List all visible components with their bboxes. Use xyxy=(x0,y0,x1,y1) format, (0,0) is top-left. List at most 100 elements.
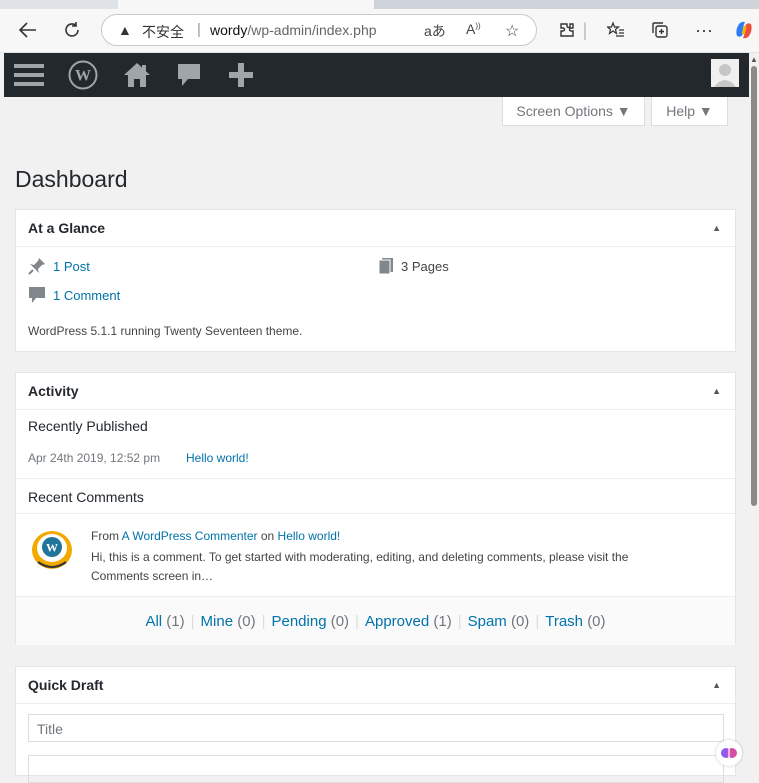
filter-label: Pending xyxy=(271,612,327,630)
pages-icon xyxy=(378,258,393,275)
warning-icon[interactable]: ▲ xyxy=(118,22,132,38)
comment-icon[interactable] xyxy=(172,53,206,97)
favorites-icon[interactable] xyxy=(602,16,630,44)
extensions-icon[interactable] xyxy=(553,16,581,44)
filter-spam[interactable]: Spam (0) xyxy=(468,613,530,630)
version-info: WordPress 5.1.1 running Twenty Seventeen… xyxy=(28,324,303,338)
url-host: wordy xyxy=(210,22,248,38)
on-label: on xyxy=(260,529,275,543)
comment-bubble-icon xyxy=(29,287,45,303)
at-a-glance-widget: At a Glance ▲ 1 Post 3 Pages 1 Comment W… xyxy=(15,209,736,352)
browser-toolbar: ▲ 不安全 | wordy/wp-admin/index.php aあ A)) … xyxy=(0,9,759,53)
filter-approved[interactable]: Approved (1) xyxy=(365,613,452,630)
recently-published-heading: Recently Published xyxy=(28,418,148,434)
insecure-label[interactable]: 不安全 xyxy=(142,22,184,42)
help-button[interactable]: Help ▼ xyxy=(651,97,728,126)
home-icon[interactable] xyxy=(120,53,154,97)
address-separator: | xyxy=(197,21,201,38)
comments-count-label: 1 Comment xyxy=(53,287,121,303)
comment-text-line-2: Comments screen in… xyxy=(91,569,214,583)
pin-icon xyxy=(28,258,45,275)
scroll-up-icon[interactable]: ▲ xyxy=(750,55,758,64)
comment-meta: From A WordPress Commenter on Hello worl… xyxy=(91,529,340,543)
active-tab[interactable] xyxy=(118,0,374,9)
filter-count: (0) xyxy=(587,612,606,630)
filter-separator: | xyxy=(261,612,266,630)
commenter-avatar[interactable]: W xyxy=(30,526,74,572)
filter-count: (0) xyxy=(237,612,256,630)
page-scrollbar[interactable]: ▲ xyxy=(749,53,759,765)
svg-text:W: W xyxy=(46,541,58,555)
page-title: Dashboard xyxy=(15,166,128,192)
filter-count: (0) xyxy=(510,612,530,630)
translate-icon[interactable]: aあ xyxy=(424,21,446,41)
quick-draft-widget: Quick Draft ▲ Title xyxy=(15,666,736,783)
back-icon[interactable] xyxy=(14,16,42,44)
url-path: /wp-admin/index.php xyxy=(247,22,377,38)
draft-title-input[interactable]: Title xyxy=(28,714,724,742)
refresh-icon[interactable] xyxy=(58,16,86,44)
comment-post-link[interactable]: Hello world! xyxy=(278,529,341,543)
recent-comments-heading: Recent Comments xyxy=(28,489,144,505)
filter-label: Trash xyxy=(545,612,584,630)
widget-header[interactable]: Activity ▲ xyxy=(16,373,735,410)
collapse-toggle-icon[interactable]: ▲ xyxy=(712,386,721,396)
filter-separator: | xyxy=(535,612,540,630)
menu-icon[interactable] xyxy=(12,53,46,97)
filter-trash[interactable]: Trash (0) xyxy=(545,613,605,630)
draft-content-input[interactable] xyxy=(28,755,724,783)
activity-widget: Activity ▲ Recently Published Apr 24th 2… xyxy=(15,372,736,645)
filter-count: (1) xyxy=(166,612,185,630)
user-avatar[interactable] xyxy=(711,59,739,87)
published-date: Apr 24th 2019, 12:52 pm xyxy=(28,451,161,465)
from-label: From xyxy=(91,529,119,543)
svg-text:W: W xyxy=(75,68,91,85)
collapse-toggle-icon[interactable]: ▲ xyxy=(712,223,721,233)
pages-count-link[interactable]: 3 Pages xyxy=(378,257,449,275)
widget-title: Activity xyxy=(28,383,79,399)
filter-separator: | xyxy=(355,612,359,630)
read-aloud-icon[interactable]: A)) xyxy=(466,21,481,37)
widget-header[interactable]: Quick Draft ▲ xyxy=(16,667,735,704)
address-bar[interactable]: ▲ 不安全 | wordy/wp-admin/index.php aあ A)) … xyxy=(101,14,537,46)
filter-count: (0) xyxy=(330,612,350,630)
filter-label: Mine xyxy=(200,612,234,630)
widget-title: Quick Draft xyxy=(28,677,104,693)
filter-mine[interactable]: Mine (0) xyxy=(201,613,256,630)
filter-count: (1) xyxy=(433,612,452,630)
scrollbar-thumb[interactable] xyxy=(751,66,757,506)
comment-item: W From A WordPress Commenter on Hello wo… xyxy=(16,513,735,597)
url-text[interactable]: wordy/wp-admin/index.php xyxy=(210,22,377,38)
favorite-star-icon[interactable]: ☆ xyxy=(505,21,519,41)
collections-icon[interactable] xyxy=(646,16,674,44)
filter-label: All xyxy=(145,612,163,630)
tab-strip xyxy=(0,0,759,9)
more-icon[interactable]: ··· xyxy=(690,16,718,44)
filter-label: Spam xyxy=(467,612,507,630)
filter-separator: | xyxy=(457,612,462,630)
posts-count-label: 1 Post xyxy=(53,258,90,274)
wp-admin-bar: W xyxy=(4,53,749,97)
comment-author-link[interactable]: A WordPress Commenter xyxy=(122,529,258,543)
collapse-toggle-icon[interactable]: ▲ xyxy=(712,680,721,690)
filter-pending[interactable]: Pending (0) xyxy=(271,613,349,630)
posts-count-link[interactable]: 1 Post xyxy=(28,257,90,275)
filter-label: Approved xyxy=(364,612,430,630)
comment-text-line-1: Hi, this is a comment. To get started wi… xyxy=(91,550,629,564)
widget-title: At a Glance xyxy=(28,220,106,236)
comment-filter-bar: All (1) | Mine (0) | Pending (0) | Appro… xyxy=(16,596,735,645)
plus-icon[interactable] xyxy=(224,53,258,97)
published-post-link[interactable]: Hello world! xyxy=(186,451,249,465)
brain-extension-icon[interactable] xyxy=(716,740,742,766)
filter-separator: | xyxy=(190,612,195,630)
filter-all[interactable]: All (1) xyxy=(145,613,184,630)
copilot-icon[interactable] xyxy=(730,16,758,44)
widget-header[interactable]: At a Glance ▲ xyxy=(16,210,735,247)
comments-count-link[interactable]: 1 Comment xyxy=(28,286,120,304)
screen-options-button[interactable]: Screen Options ▼ xyxy=(502,97,645,126)
tab-strip-empty xyxy=(374,0,759,9)
divider xyxy=(16,478,735,479)
pages-count-label: 3 Pages xyxy=(401,258,449,274)
toolbar-divider: | xyxy=(582,19,588,40)
wordpress-logo-icon[interactable]: W xyxy=(66,53,100,97)
